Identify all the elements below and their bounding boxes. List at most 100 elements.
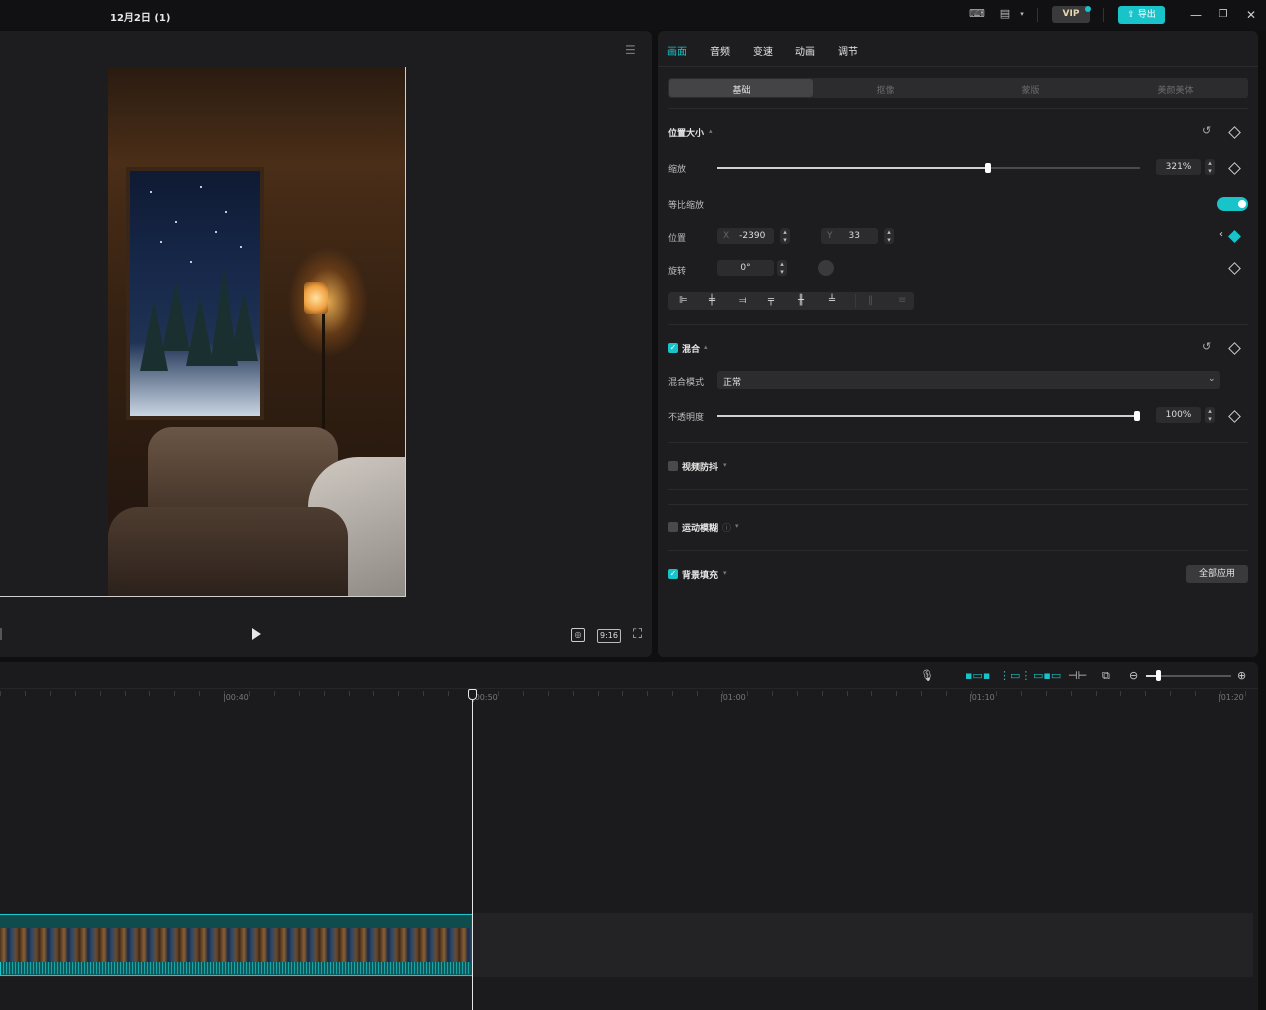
section-title-blend[interactable]: 混合: [682, 342, 700, 355]
subtab-beauty[interactable]: 美颜美体: [1103, 83, 1248, 96]
scale-slider-knob[interactable]: [985, 163, 991, 173]
section-title-position-size[interactable]: 位置大小: [668, 126, 704, 139]
scale-input[interactable]: 321%: [1156, 159, 1201, 175]
minimize-icon[interactable]: —: [1189, 8, 1203, 22]
menu-icon[interactable]: ☰: [625, 43, 636, 57]
tick-label: |01:10: [969, 693, 995, 702]
divider: [668, 108, 1248, 109]
reset-icon[interactable]: ↺: [1202, 340, 1211, 353]
position-x-stepper[interactable]: ▴ ▾: [780, 228, 790, 244]
section-title-motion-blur[interactable]: 运动模糊: [682, 521, 718, 534]
handle-icon[interactable]: [0, 628, 6, 640]
chevron-down-icon[interactable]: ▾: [723, 569, 727, 577]
rotation-stepper[interactable]: ▴ ▾: [777, 260, 787, 276]
opacity-slider-knob[interactable]: [1134, 411, 1140, 421]
distribute-v-icon[interactable]: ≡: [898, 295, 906, 306]
help-icon[interactable]: ⓘ: [722, 521, 731, 534]
chevron-down-icon[interactable]: ▾: [723, 461, 727, 469]
position-x-input[interactable]: X -2390: [717, 228, 774, 244]
background-fill-checkbox[interactable]: ✓: [668, 569, 678, 579]
scale-stepper[interactable]: ▴ ▾: [1205, 159, 1215, 175]
tick-label: |01:00: [720, 693, 746, 702]
ruler-tick: [249, 691, 250, 696]
video-preview[interactable]: [108, 67, 406, 596]
tab-audio[interactable]: 音频: [710, 43, 730, 58]
reset-icon[interactable]: ↺: [1202, 124, 1211, 137]
ruler-tick: [0, 691, 1, 696]
ruler-tick: [50, 691, 51, 696]
blend-checkbox[interactable]: ✓: [668, 343, 678, 353]
scale-slider-track[interactable]: [988, 167, 1140, 169]
stabilize-checkbox[interactable]: [668, 461, 678, 471]
fullscreen-icon[interactable]: ⛶: [633, 628, 642, 642]
aspect-ratio-button[interactable]: 9:16: [597, 629, 621, 643]
tab-speed[interactable]: 变速: [753, 43, 773, 58]
rotation-input[interactable]: 0°: [717, 260, 774, 276]
apply-all-button[interactable]: 全部应用: [1186, 565, 1248, 583]
keyboard-icon[interactable]: ⌨: [969, 8, 985, 20]
chevron-down-icon[interactable]: ⌄: [1208, 374, 1216, 384]
opacity-stepper[interactable]: ▴ ▾: [1205, 407, 1215, 423]
subtab-basic[interactable]: 基础: [669, 83, 814, 96]
position-y-input[interactable]: Y 33: [821, 228, 878, 244]
chevron-down-icon[interactable]: ▾: [1015, 8, 1029, 20]
ruler-tick: [672, 691, 673, 696]
auto-snap-icon[interactable]: ⋮▭⋮: [999, 669, 1031, 682]
ruler-tick: [174, 691, 175, 696]
ruler-tick: [1195, 691, 1196, 696]
subtab-cutout[interactable]: 抠像: [813, 83, 958, 96]
ruler-tick: [349, 691, 350, 696]
divider: [1037, 8, 1038, 22]
opacity-input[interactable]: 100%: [1156, 407, 1201, 423]
close-icon[interactable]: ✕: [1244, 8, 1258, 22]
rotation-label: 旋转: [668, 267, 687, 277]
zoom-in-icon[interactable]: ⊕: [1237, 669, 1246, 682]
ruler-tick: [1170, 691, 1171, 696]
x-value: -2390: [739, 231, 766, 241]
tab-picture[interactable]: 画面: [667, 43, 687, 58]
chevron-up-icon[interactable]: ▴: [704, 343, 708, 351]
chevron-left-icon[interactable]: ‹: [1219, 229, 1223, 240]
main-track-magnet-icon[interactable]: ▪▭▪: [965, 669, 990, 682]
section-title-background-fill[interactable]: 背景填充: [682, 568, 718, 581]
motion-blur-checkbox[interactable]: [668, 522, 678, 532]
restore-icon[interactable]: ❐: [1216, 8, 1230, 22]
split-icon[interactable]: ⊣⊢: [1068, 669, 1087, 682]
subtab-mask[interactable]: 蒙版: [958, 83, 1103, 96]
chevron-up-icon[interactable]: ▴: [709, 127, 713, 135]
play-icon[interactable]: [252, 628, 261, 640]
fit-screen-icon[interactable]: ◎: [571, 628, 585, 642]
preview-axis-icon[interactable]: ⧉: [1102, 669, 1110, 683]
tab-animation[interactable]: 动画: [795, 43, 815, 58]
align-right-icon[interactable]: ⫤: [739, 295, 747, 306]
blend-mode-value: 正常: [723, 378, 742, 388]
playhead-line[interactable]: [472, 690, 473, 1010]
linkage-icon[interactable]: ▭▪▭: [1033, 669, 1061, 682]
export-button[interactable]: ⇪ 导出: [1118, 6, 1165, 24]
zoom-out-icon[interactable]: ⊖: [1129, 669, 1138, 682]
ruler-tick: [149, 691, 150, 696]
scale-slider-fill[interactable]: [717, 167, 988, 169]
align-top-icon[interactable]: ╤: [768, 295, 774, 306]
zoom-slider-knob[interactable]: [1156, 670, 1161, 681]
blend-mode-select[interactable]: [717, 371, 1220, 389]
distribute-h-icon[interactable]: ‖: [868, 295, 873, 306]
align-center-v-icon[interactable]: ╫: [798, 295, 804, 306]
chevron-down-icon[interactable]: ▾: [735, 522, 739, 530]
align-left-icon[interactable]: ⊫: [679, 295, 688, 306]
tab-adjust[interactable]: 调节: [838, 43, 858, 58]
microphone-icon[interactable]: 🎙: [920, 669, 934, 682]
layout-icon[interactable]: ▤: [998, 8, 1012, 20]
ruler-tick: [1245, 691, 1246, 696]
rotation-dial[interactable]: [818, 260, 834, 276]
section-title-stabilize[interactable]: 视频防抖: [682, 460, 718, 473]
align-center-h-icon[interactable]: ╪: [709, 295, 715, 306]
playhead-handle[interactable]: [468, 689, 477, 700]
canvas-border-bottom: [0, 596, 406, 597]
align-bottom-icon[interactable]: ╧: [829, 295, 835, 306]
divider: [668, 504, 1248, 505]
opacity-slider-fill[interactable]: [717, 415, 1137, 417]
ruler-tick: [647, 691, 648, 696]
ruler-tick: [373, 691, 374, 696]
position-y-stepper[interactable]: ▴ ▾: [884, 228, 894, 244]
